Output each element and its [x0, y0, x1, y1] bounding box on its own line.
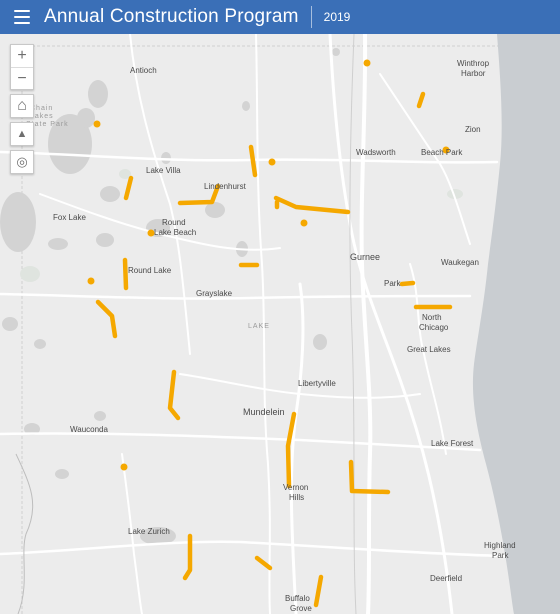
place-label: Vernon Hills — [283, 483, 308, 502]
project-segment[interactable] — [123, 175, 134, 201]
map-view[interactable]: Antioch Winthrop Harbor Zion Wadsworth Be… — [0, 34, 560, 614]
place-label: Zion — [465, 125, 481, 134]
fox-river — [15, 453, 34, 614]
place-label: Buffalo Grove — [285, 594, 312, 613]
place-label: Waukegan — [441, 258, 479, 267]
place-label: Park — [384, 279, 401, 288]
project-segment[interactable] — [167, 369, 181, 421]
app-header: Annual Construction Program 2019 — [0, 0, 560, 34]
project-point[interactable] — [268, 158, 276, 166]
project-segment[interactable] — [122, 257, 129, 291]
place-label: Grayslake — [196, 289, 233, 298]
project-point[interactable] — [93, 120, 101, 128]
basemap: Antioch Winthrop Harbor Zion Wadsworth Be… — [0, 34, 560, 614]
project-segment[interactable] — [254, 555, 273, 571]
place-label: Wadsworth — [356, 148, 396, 157]
app-title: Annual Construction Program — [44, 6, 299, 27]
place-label: Lake Villa — [146, 166, 181, 175]
county-label: LAKE — [248, 323, 270, 330]
zoom-controls: + − — [10, 44, 34, 90]
project-segment[interactable] — [313, 574, 324, 608]
project-segment[interactable] — [95, 299, 118, 339]
locate-icon[interactable]: ◎ — [11, 151, 33, 173]
project-segment[interactable] — [273, 195, 351, 215]
place-label: Winthrop Harbor — [457, 59, 490, 78]
place-label: Mundelein — [243, 407, 285, 417]
place-label: Antioch — [130, 66, 157, 75]
project-segment[interactable] — [248, 144, 258, 178]
home-control: ⌂ — [10, 94, 34, 118]
project-point[interactable] — [300, 219, 308, 227]
zoom-in-button[interactable]: + — [11, 45, 33, 67]
app-year: 2019 — [323, 10, 351, 24]
project-point[interactable] — [363, 59, 371, 67]
place-label: Libertyville — [298, 379, 336, 388]
menu-icon[interactable] — [14, 10, 30, 24]
project-segment[interactable] — [416, 91, 426, 109]
title-divider — [310, 6, 312, 28]
place-labels: Antioch Winthrop Harbor Zion Wadsworth Be… — [26, 59, 516, 613]
place-label: Round Lake — [128, 266, 172, 275]
project-point[interactable] — [120, 463, 128, 471]
compass-control: ▲ — [10, 122, 34, 146]
place-label: Beach Park — [421, 148, 463, 157]
zoom-out-button[interactable]: − — [11, 67, 33, 89]
lake-michigan — [472, 34, 560, 614]
place-label: Gurnee — [350, 252, 380, 262]
place-label: Lake Zurich — [128, 527, 170, 536]
place-label: North Chicago — [419, 313, 449, 332]
home-icon[interactable]: ⌂ — [11, 95, 33, 117]
project-point[interactable] — [87, 277, 95, 285]
place-label: Fox Lake — [53, 213, 86, 222]
locate-control: ◎ — [10, 150, 34, 174]
place-label: Wauconda — [70, 425, 109, 434]
place-label: Lake Forest — [431, 439, 474, 448]
compass-icon[interactable]: ▲ — [11, 123, 33, 145]
project-segment[interactable] — [399, 280, 416, 287]
place-label: Deerfield — [430, 574, 462, 583]
place-label: Great Lakes — [407, 345, 451, 354]
place-label: Lindenhurst — [204, 182, 247, 191]
rail-line — [349, 34, 357, 614]
